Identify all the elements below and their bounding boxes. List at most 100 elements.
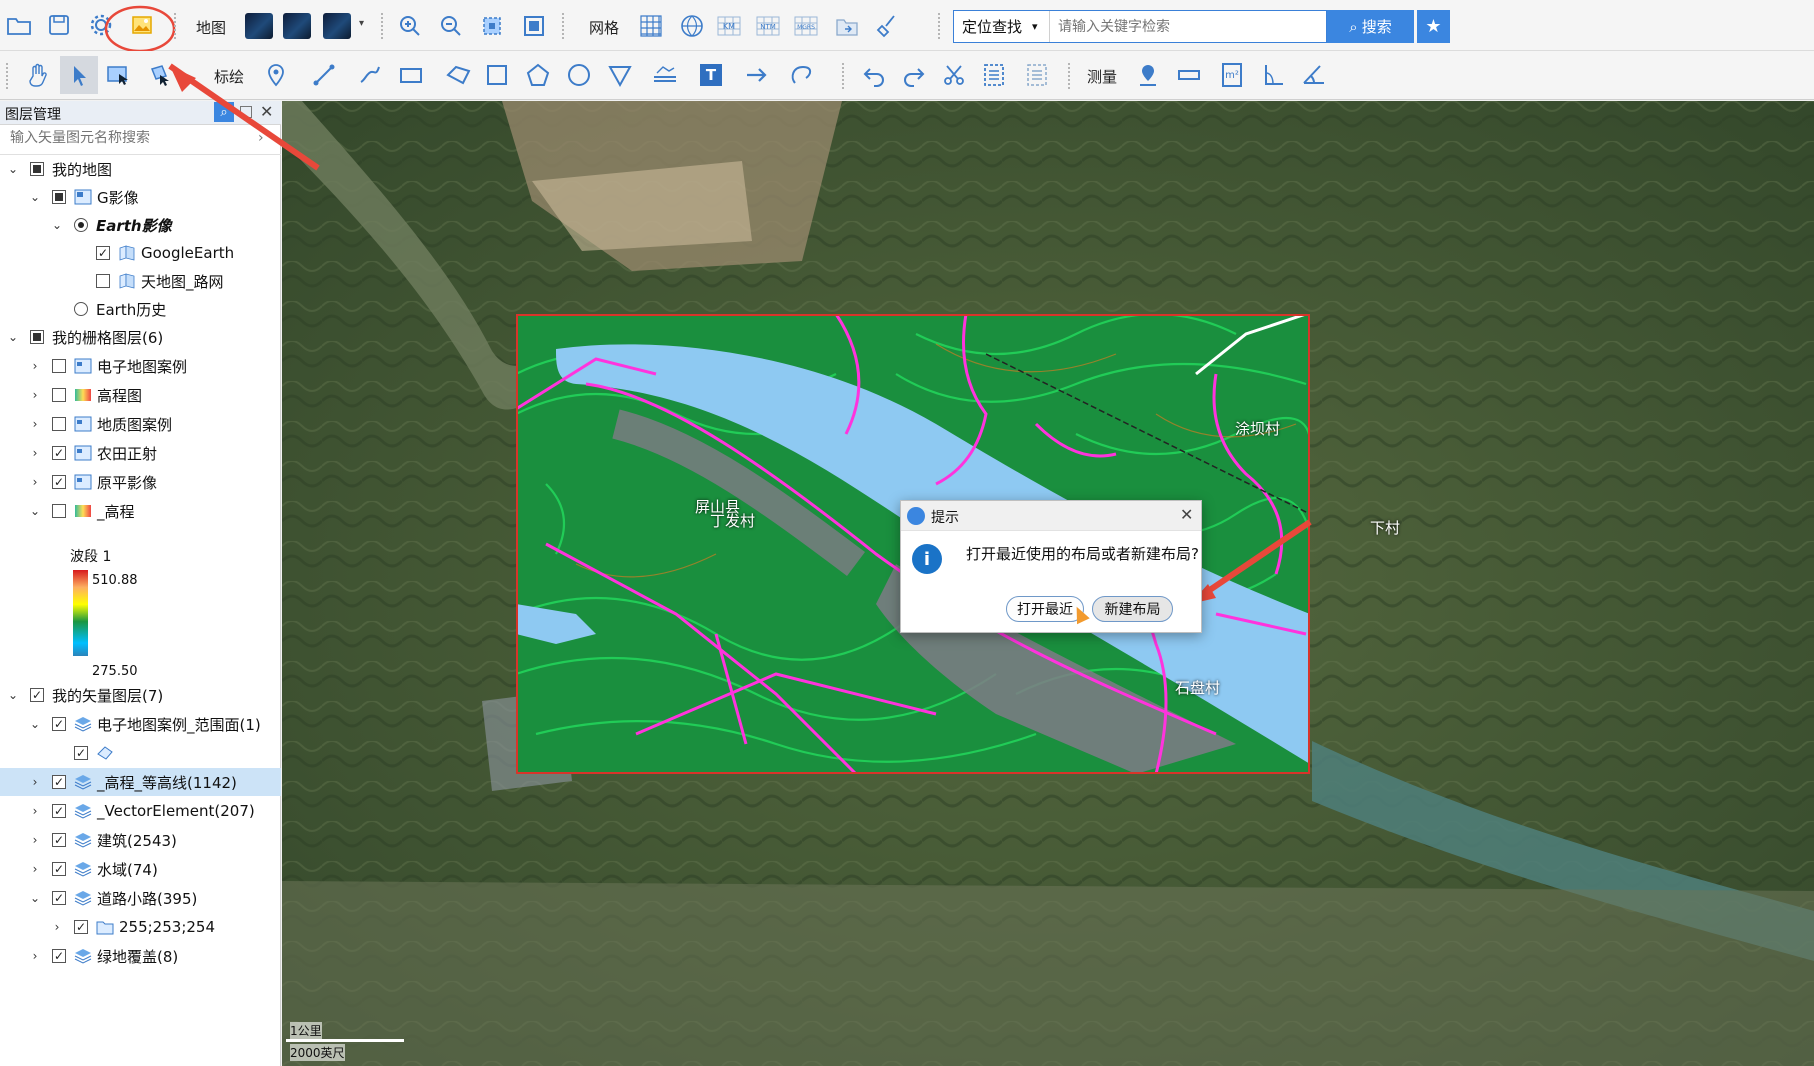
polygon-icon[interactable]	[441, 58, 475, 92]
tree-node-green-cover[interactable]: › 绿地覆盖(8)	[28, 942, 179, 970]
save-icon[interactable]	[42, 8, 76, 42]
layer-checkbox[interactable]	[52, 446, 66, 460]
chevron-down-icon[interactable]: ⌄	[50, 218, 64, 232]
tree-node-elevation[interactable]: ⌄ _高程	[28, 497, 135, 525]
layer-checkbox[interactable]	[52, 775, 66, 789]
edit-select-icon[interactable]	[143, 58, 177, 92]
km-grid-icon[interactable]: KM	[712, 9, 746, 43]
chevron-right-icon[interactable]: ›	[258, 130, 264, 146]
layer-checkbox[interactable]	[52, 190, 66, 204]
square-icon[interactable]	[480, 58, 514, 92]
chevron-down-icon[interactable]: ⌄	[6, 162, 20, 176]
tree-node-yuanping-imagery[interactable]: › 原平影像	[28, 468, 157, 496]
chevron-right-icon[interactable]: ›	[50, 920, 64, 934]
new-layout-button[interactable]: 新建布局	[1092, 596, 1173, 622]
chevron-right-icon[interactable]: ›	[28, 775, 42, 789]
chevron-right-icon[interactable]: ›	[28, 388, 42, 402]
ntm-grid-icon[interactable]: NTM	[751, 9, 785, 43]
layer-checkbox[interactable]	[30, 330, 44, 344]
layer-checkbox[interactable]	[52, 833, 66, 847]
tree-node-earth-imagery[interactable]: ⌄ Earth影像	[50, 211, 172, 239]
zoom-extent-icon[interactable]	[475, 9, 509, 43]
layer-checkbox[interactable]	[96, 246, 110, 260]
freehand-line-icon[interactable]	[353, 58, 387, 92]
redo-icon[interactable]	[897, 58, 931, 92]
favorite-star-button[interactable]: ★	[1417, 10, 1450, 43]
zoom-out-icon[interactable]	[434, 9, 468, 43]
grid-icon[interactable]	[634, 9, 668, 43]
chevron-right-icon[interactable]: ›	[28, 446, 42, 460]
tree-node-my-map[interactable]: ⌄ 我的地图	[6, 155, 112, 183]
layer-checkbox[interactable]	[52, 804, 66, 818]
tree-node-extent-polygon[interactable]	[74, 739, 119, 767]
chevron-down-icon[interactable]: ⌄	[28, 717, 42, 731]
scissors-icon[interactable]	[937, 58, 971, 92]
chevron-down-icon[interactable]: ⌄	[28, 190, 42, 204]
measure-angle-icon[interactable]	[1297, 58, 1331, 92]
list-icon[interactable]	[1020, 58, 1054, 92]
tree-node-g-imagery[interactable]: ⌄ G影像	[28, 183, 139, 211]
zoom-in-icon[interactable]	[393, 9, 427, 43]
layer-checkbox[interactable]	[52, 717, 66, 731]
curve-tool-icon[interactable]	[784, 58, 818, 92]
tree-node-tianditu-road[interactable]: 天地图_路网	[96, 267, 224, 295]
layer-checkbox[interactable]	[96, 274, 110, 288]
layer-checkbox[interactable]	[74, 746, 88, 760]
chevron-down-icon[interactable]: ⌄	[6, 330, 20, 344]
polyline-icon[interactable]	[307, 58, 341, 92]
close-icon[interactable]: ✕	[1180, 505, 1193, 524]
layer-checkbox[interactable]	[52, 862, 66, 876]
chevron-right-icon[interactable]: ›	[28, 833, 42, 847]
chevron-down-icon[interactable]: ⌄	[28, 891, 42, 905]
layer-checkbox[interactable]	[52, 949, 66, 963]
layer-search-input[interactable]	[10, 130, 250, 146]
panel-float-icon[interactable]	[240, 106, 252, 118]
basemap-thumb-1[interactable]	[245, 13, 273, 39]
tree-node-earth-history[interactable]: Earth历史	[74, 295, 166, 323]
layer-checkbox[interactable]	[52, 417, 66, 431]
measure-distance-icon[interactable]	[1172, 58, 1206, 92]
rectangle-icon[interactable]	[394, 58, 428, 92]
open-folder-icon[interactable]	[2, 8, 36, 42]
measure-area-icon[interactable]: m²	[1215, 58, 1249, 92]
measure-point-icon[interactable]	[1131, 58, 1165, 92]
attribute-table-icon[interactable]	[977, 58, 1011, 92]
pentagon-icon[interactable]	[521, 58, 555, 92]
select-rect-icon[interactable]	[101, 58, 135, 92]
chevron-right-icon[interactable]: ›	[28, 949, 42, 963]
pin-marker-icon[interactable]	[259, 58, 293, 92]
layer-radio[interactable]	[74, 302, 88, 316]
triangle-icon[interactable]	[603, 58, 637, 92]
panel-search-icon[interactable]: ⌕	[214, 102, 234, 122]
chevron-down-icon[interactable]: ▾	[359, 18, 364, 29]
tree-node-elevation-map[interactable]: › 高程图	[28, 381, 142, 409]
elevation-line-icon[interactable]	[648, 58, 682, 92]
mgrs-grid-icon[interactable]: MGRS	[789, 9, 823, 43]
chevron-right-icon[interactable]: ›	[28, 804, 42, 818]
chevron-down-icon[interactable]: ⌄	[6, 688, 20, 702]
clear-brush-icon[interactable]	[871, 9, 905, 43]
undo-icon[interactable]	[857, 58, 891, 92]
search-button[interactable]: ⌕ 搜索	[1327, 10, 1414, 43]
close-icon[interactable]: ✕	[260, 102, 273, 121]
layer-checkbox[interactable]	[52, 891, 66, 905]
chevron-right-icon[interactable]: ›	[28, 862, 42, 876]
chevron-right-icon[interactable]: ›	[28, 417, 42, 431]
tree-node-e-map-case[interactable]: › 电子地图案例	[28, 352, 187, 380]
tree-node-raster-layers[interactable]: ⌄ 我的栅格图层(6)	[6, 323, 163, 351]
tree-node-vector-layers[interactable]: ⌄ 我的矢量图层(7)	[6, 681, 163, 709]
chevron-right-icon[interactable]: ›	[28, 475, 42, 489]
layer-checkbox[interactable]	[52, 475, 66, 489]
chevron-right-icon[interactable]: ›	[28, 359, 42, 373]
layer-radio[interactable]	[74, 218, 88, 232]
tree-node-farmland-ortho[interactable]: › 农田正射	[28, 439, 157, 467]
basemap-thumb-2[interactable]	[283, 13, 311, 39]
tree-node-water[interactable]: › 水域(74)	[28, 855, 158, 883]
measure-height-icon[interactable]	[1256, 58, 1290, 92]
layer-checkbox[interactable]	[52, 504, 66, 518]
layer-checkbox[interactable]	[30, 688, 44, 702]
text-tool-icon[interactable]: T	[694, 58, 728, 92]
pan-hand-icon[interactable]	[21, 58, 55, 92]
tree-node-googleearth[interactable]: GoogleEarth	[96, 239, 234, 267]
circle-icon[interactable]	[562, 58, 596, 92]
